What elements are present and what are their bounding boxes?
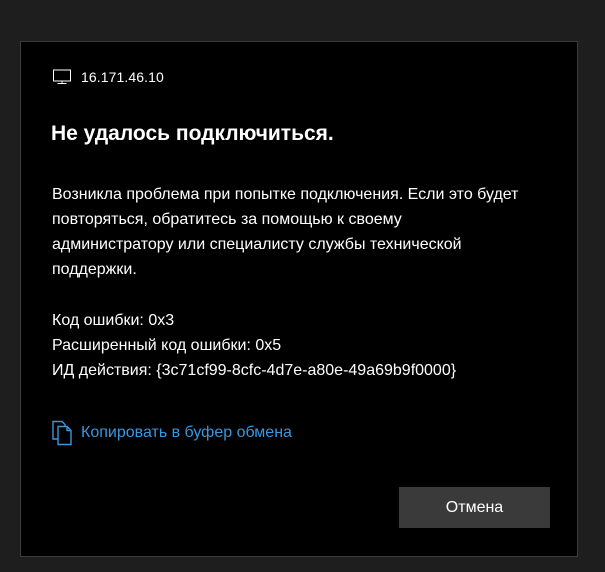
copy-to-clipboard-link[interactable]: Копировать в буфер обмена [51,420,292,446]
extended-error-code: Расширенный код ошибки: 0x5 [52,337,282,354]
error-code: Код ошибки: 0x3 [52,312,175,329]
dialog-title: Не удалось подключиться. [51,122,334,145]
connection-error-dialog: 16.171.46.10 Не удалось подключиться. Во… [20,41,578,557]
host-address: 16.171.46.10 [81,69,164,85]
host-row: 16.171.46.10 [52,68,164,86]
computer-monitor-icon [52,69,72,85]
cancel-button[interactable]: Отмена [399,487,550,528]
error-details: Код ошибки: 0x3 Расширенный код ошибки: … [52,308,456,383]
error-message: Возникла проблема при попытке подключени… [52,186,519,278]
copy-link-label: Копировать в буфер обмена [81,424,292,441]
copy-icon [51,420,75,446]
activity-id: ИД действия: {3c71cf99-8cfc-4d7e-a80e-49… [52,362,457,379]
